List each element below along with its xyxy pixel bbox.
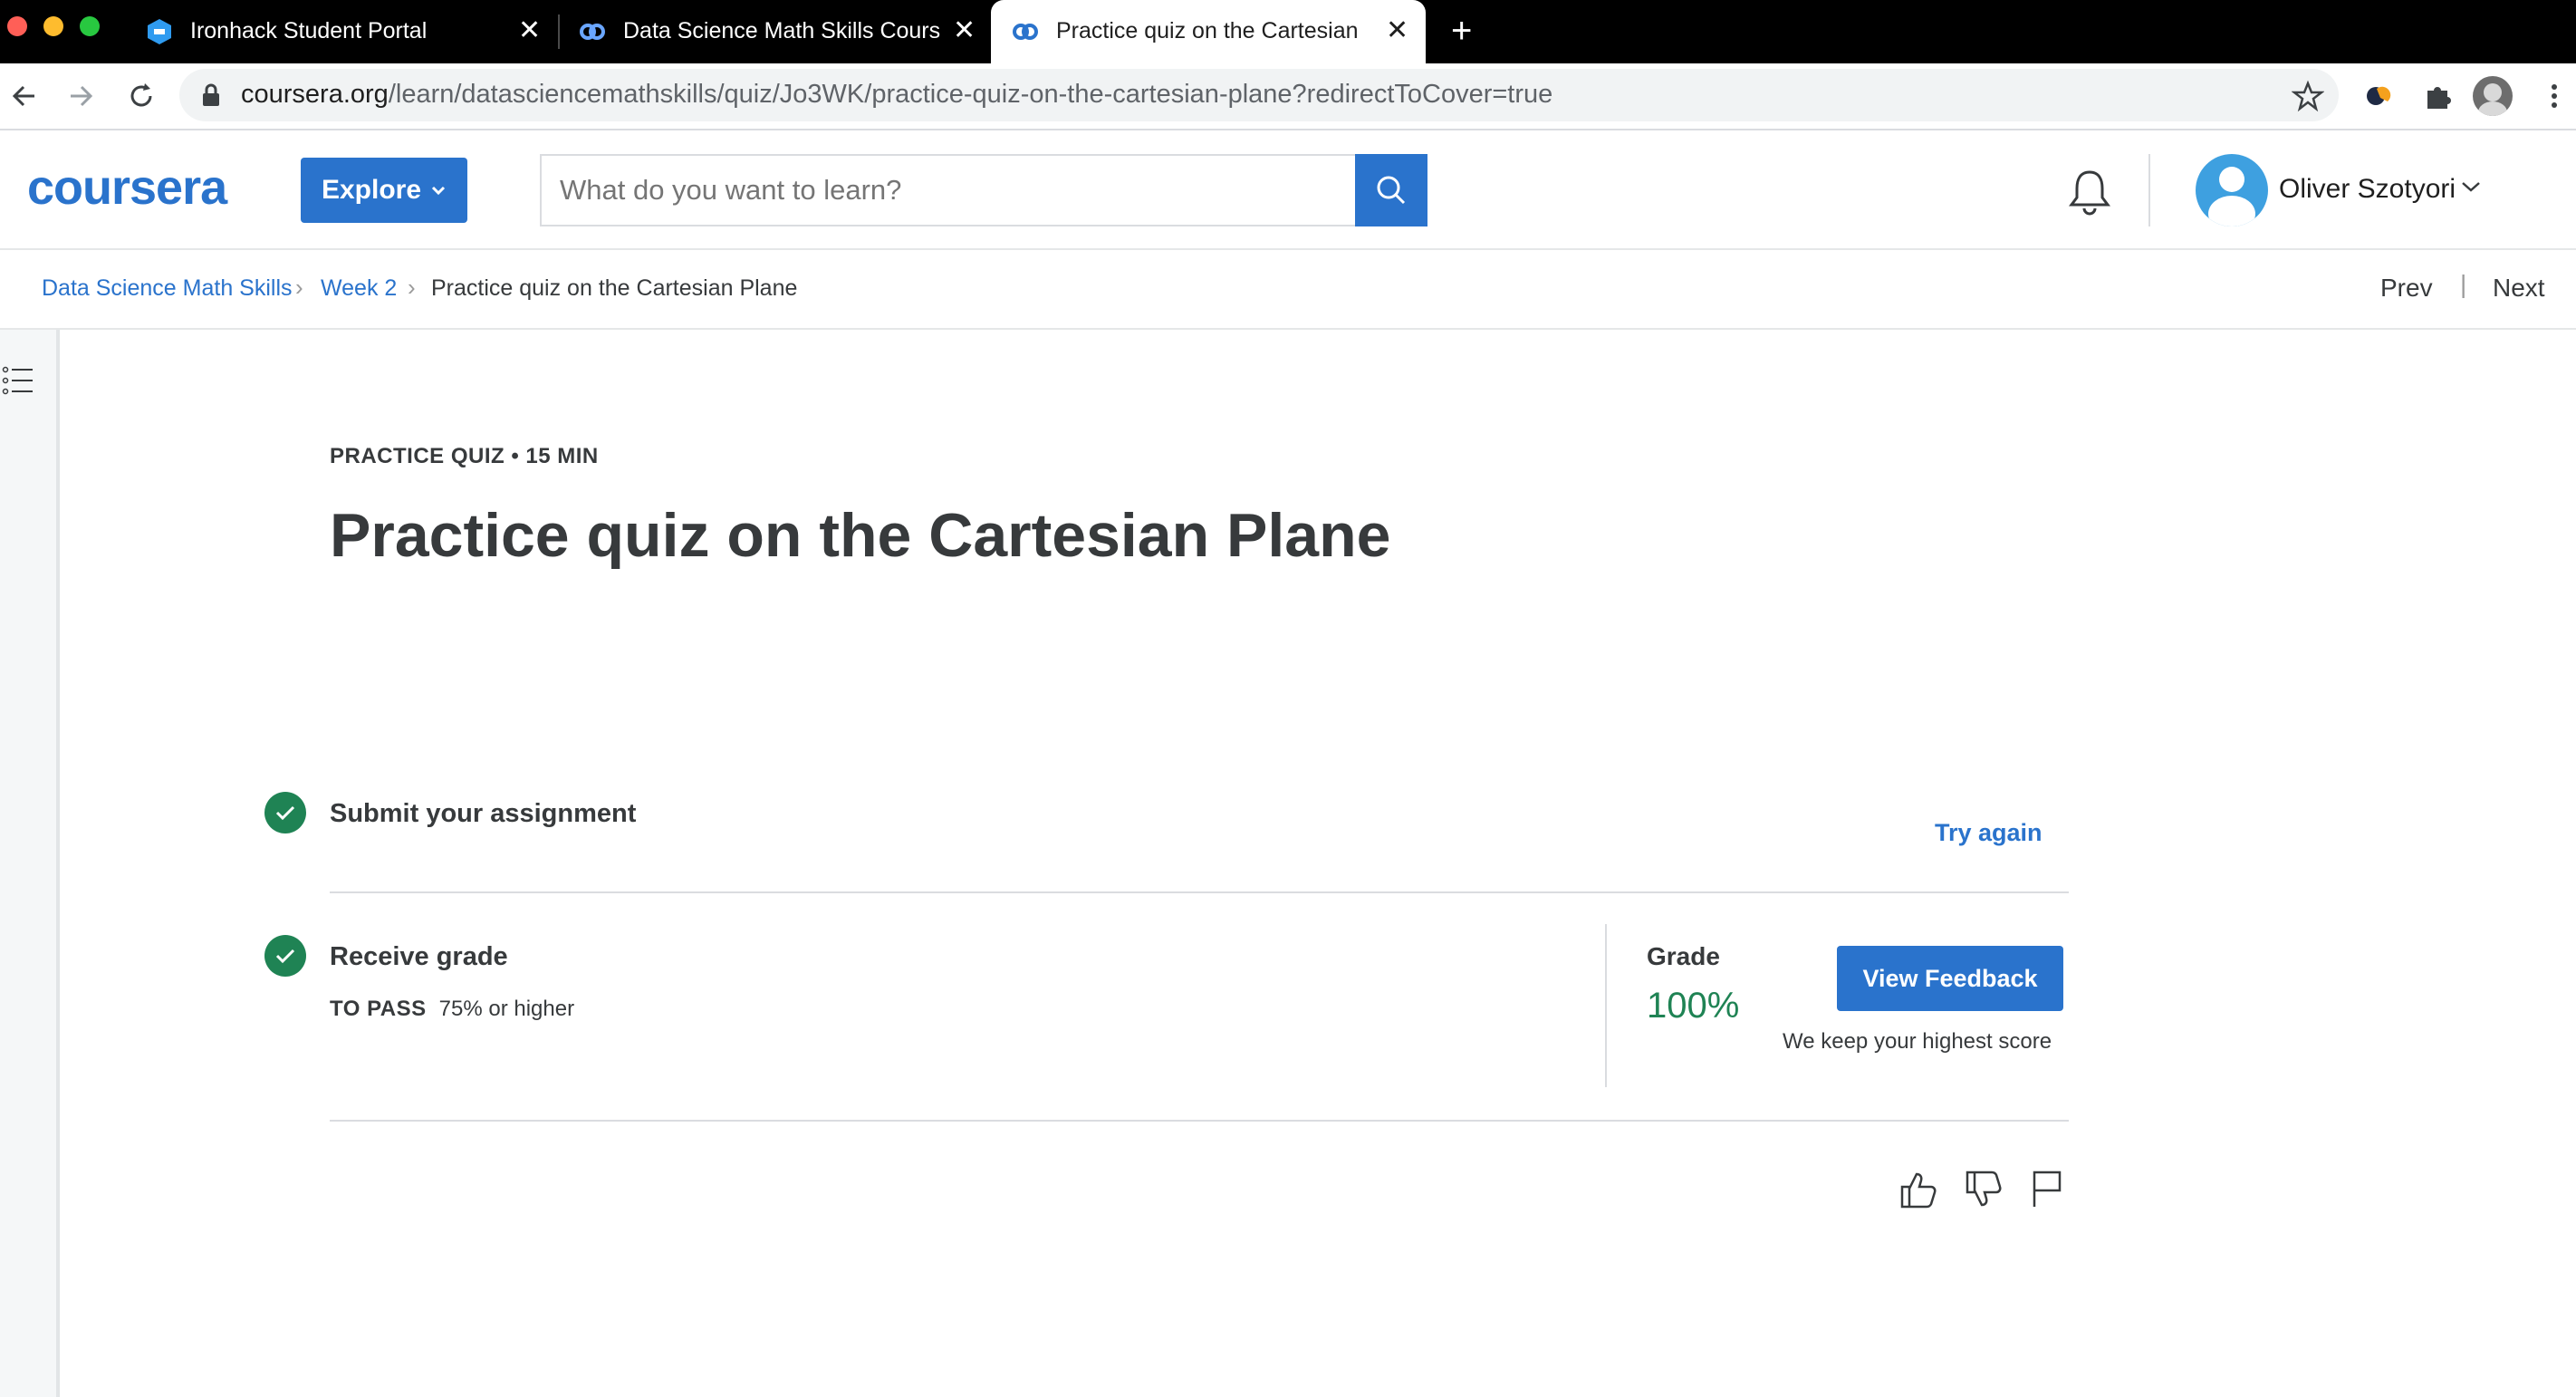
window-zoom-control[interactable] <box>80 16 100 36</box>
pass-requirement-key: TO PASS <box>330 997 427 1021</box>
forward-arrow-icon[interactable] <box>65 80 98 112</box>
window-close-control[interactable] <box>7 16 27 36</box>
divider <box>330 1120 2069 1122</box>
new-tab-icon[interactable]: + <box>1451 13 1472 49</box>
try-again-link[interactable]: Try again <box>1935 819 2043 847</box>
tab-divider <box>558 14 560 49</box>
flag-icon[interactable] <box>2029 1169 2065 1210</box>
browser-tab-practice-quiz[interactable]: Practice quiz on the Cartesian ✕ <box>991 0 1426 63</box>
left-rail <box>0 330 60 1397</box>
grade-value: 100% <box>1647 986 1740 1026</box>
search-icon <box>1377 176 1406 205</box>
quiz-kicker: PRACTICE QUIZ • 15 MIN <box>330 444 599 468</box>
thumbs-down-icon[interactable] <box>1964 1169 2004 1210</box>
prev-link[interactable]: Prev <box>2380 274 2433 303</box>
window-minimize-control[interactable] <box>43 16 63 36</box>
breadcrumb-chevron-icon: › <box>295 274 303 301</box>
check-circle-icon <box>264 792 306 833</box>
highest-score-note: We keep your highest score <box>1783 1029 2052 1054</box>
breadcrumb-course-link[interactable]: Data Science Math Skills <box>42 275 293 302</box>
search-input[interactable] <box>540 154 1355 226</box>
user-name[interactable]: Oliver Szotyori <box>2279 174 2456 205</box>
extension-orb-icon[interactable] <box>2364 82 2393 111</box>
breadcrumb-chevron-icon: › <box>408 274 416 301</box>
nav-separator: | <box>2460 270 2467 298</box>
explore-button[interactable]: Explore <box>301 158 467 223</box>
divider <box>330 891 2069 893</box>
url-host: coursera.org <box>241 80 389 109</box>
user-avatar[interactable] <box>2196 154 2268 226</box>
coursera-logo[interactable]: coursera <box>27 159 227 216</box>
explore-label: Explore <box>321 175 422 205</box>
check-circle-icon <box>264 935 306 977</box>
tab-title: Data Science Math Skills Cours <box>623 18 941 43</box>
reload-icon[interactable] <box>125 80 158 112</box>
notification-bell-icon[interactable] <box>2065 167 2114 217</box>
tab-title: Practice quiz on the Cartesian <box>1056 18 1359 43</box>
tab-close-icon[interactable]: ✕ <box>953 17 976 44</box>
view-feedback-label: View Feedback <box>1862 964 2038 992</box>
tab-title: Ironhack Student Portal <box>190 18 428 43</box>
tab-close-icon[interactable]: ✕ <box>518 17 541 44</box>
header-divider <box>2148 154 2150 226</box>
ironhack-favicon-icon <box>148 19 171 44</box>
bookmark-star-icon[interactable] <box>2292 80 2324 112</box>
search-button[interactable] <box>1355 154 1427 226</box>
lock-icon[interactable] <box>201 83 221 107</box>
course-outline-list-icon[interactable] <box>2 364 34 397</box>
browser-tab-ironhack[interactable]: Ironhack Student Portal ✕ <box>134 0 551 63</box>
tab-close-icon[interactable]: ✕ <box>1386 17 1408 44</box>
breadcrumb-week-link[interactable]: Week 2 <box>321 275 397 302</box>
profile-avatar[interactable] <box>2473 76 2513 116</box>
chevron-down-icon[interactable] <box>2460 178 2482 196</box>
browser-menu-icon[interactable] <box>2543 80 2565 112</box>
coursera-favicon-icon <box>1013 24 1038 40</box>
breadcrumb-current: Practice quiz on the Cartesian Plane <box>431 275 798 301</box>
extensions-puzzle-icon[interactable] <box>2422 80 2455 112</box>
next-link[interactable]: Next <box>2493 274 2545 303</box>
grade-divider <box>1605 924 1607 1087</box>
pass-requirement: TO PASS 75% or higher <box>330 997 574 1022</box>
chevron-down-icon <box>431 186 446 196</box>
page-title: Practice quiz on the Cartesian Plane <box>330 501 1391 570</box>
pass-requirement-value: 75% or higher <box>438 997 575 1021</box>
grade-label: Grade <box>1647 942 1720 970</box>
thumbs-up-icon[interactable] <box>1898 1169 1938 1210</box>
receive-grade-label: Receive grade <box>330 942 508 971</box>
back-arrow-icon[interactable] <box>7 80 40 112</box>
view-feedback-button[interactable]: View Feedback <box>1837 946 2063 1011</box>
browser-tab-math-skills[interactable]: Data Science Math Skills Cours ✕ <box>565 0 991 63</box>
url-text[interactable]: coursera.org/learn/datasciencemathskills… <box>241 80 1552 110</box>
coursera-favicon-icon <box>580 24 605 40</box>
submit-assignment-label: Submit your assignment <box>330 799 637 828</box>
url-path: /learn/datasciencemathskills/quiz/Jo3WK/… <box>388 80 1553 109</box>
